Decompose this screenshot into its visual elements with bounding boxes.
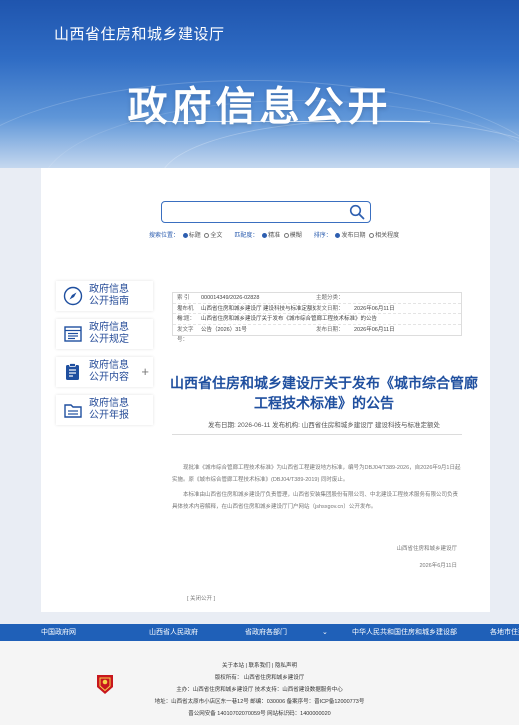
links-bar: 中国政府网 山西省人民政府 省政府各部门 ⌄ 中华人民共和国住房和城乡建设部 各… [0, 624, 519, 641]
match-fuzzy-option[interactable]: 模糊 [290, 233, 302, 239]
clipboard-icon [66, 363, 79, 380]
search-icon[interactable] [349, 204, 365, 220]
meta-key: 发文字号： [177, 326, 194, 344]
sort-date-radio[interactable] [335, 233, 341, 238]
sort-relevance-radio[interactable] [369, 233, 375, 238]
match-filter: 匹配度： 精准 模糊 [234, 230, 302, 239]
link-departments[interactable]: 省政府各部门 [245, 624, 287, 641]
menu-item-rules[interactable]: 政府信息公开规定 [56, 319, 153, 349]
article-date: 2026年6月11日 [419, 563, 457, 569]
meta-value: 000014349/2026-02828 [201, 295, 260, 301]
article-info: 发布日期: 2026-06-11 发布机构: 山西省住房和城乡建设厅 建设科技与… [207, 422, 441, 429]
header-banner: 山西省住房和城乡建设厅 政府信息公开 [0, 0, 519, 168]
meta-key: 标 题： [177, 316, 196, 322]
meta-value [354, 293, 461, 303]
title-underline [130, 121, 430, 122]
expand-icon[interactable]: + [141, 364, 149, 379]
divider [172, 434, 462, 435]
document-list-icon [64, 326, 82, 342]
chevron-down-icon[interactable]: ⌄ [322, 624, 328, 641]
meta-value: 山西省住房和城乡建设厅 建设科技与标准定额处 [201, 305, 316, 312]
meta-row: 发文字号： 公告（2026）31号 发布日期： 2026年06月11日 [173, 325, 461, 344]
search-input[interactable] [161, 201, 371, 223]
meta-row: 发布机构： 山西省住房和城乡建设厅 建设科技与标准定额处 发文日期： 2026年… [173, 304, 461, 323]
sort-filter: 排序： 发布日期 相关程度 [314, 230, 399, 239]
sort-date-option[interactable]: 发布日期 [341, 233, 365, 239]
footer-links[interactable]: 关于本站 | 联系我们 | 隐私声明 [0, 661, 519, 669]
meta-key: 主题分类： [316, 295, 344, 301]
article-title: 山西省住房和城乡建设厅关于发布《城市综合管廊工程技术标准》的公告 [170, 375, 478, 411]
menu-label: 政府信息公开规定 [89, 322, 129, 345]
match-exact-option[interactable]: 精准 [268, 233, 280, 239]
page-title: 政府信息公开 [127, 85, 392, 129]
menu-item-guide[interactable]: 政府信息公开指南 [56, 281, 153, 311]
menu-item-annual-report[interactable]: 政府信息公开年报 [56, 395, 153, 425]
meta-key: 发布机构： [177, 305, 194, 323]
meta-value: 山西省住房和城乡建设厅关于发布《城市综合管廊工程技术标准》的公告 [201, 316, 378, 322]
scope-title-option[interactable]: 标题 [189, 233, 201, 239]
link-mohurd[interactable]: 中华人民共和国住房和城乡建设部 [352, 624, 457, 641]
scope-filter: 搜索位置： 标题 全文 [149, 230, 222, 239]
scope-label: 搜索位置： [149, 233, 180, 239]
compass-icon [63, 286, 83, 306]
scope-title-radio[interactable] [182, 233, 188, 238]
link-shanxi-gov[interactable]: 山西省人民政府 [149, 624, 198, 641]
search-filters: 搜索位置： 标题 全文 匹配度： 精准 模糊 排序： 发布日期 相关程度 [149, 230, 399, 239]
link-gov-cn[interactable]: 中国政府网 [41, 624, 76, 641]
side-menu: 政府信息公开指南 政府信息公开规定 政府信息公开内容 + 政府信息公开年报 [56, 281, 153, 433]
footer-address: 地址：山西省太原市小店区东一巷12号 邮编：030006 备案序号：晋ICP备1… [154, 699, 365, 705]
meta-row: 标 题： 山西省住房和城乡建设厅关于发布《城市综合管廊工程技术标准》的公告 [173, 314, 461, 325]
link-city-housing[interactable]: 各地市住建 [490, 624, 519, 641]
menu-item-content[interactable]: 政府信息公开内容 + [56, 357, 153, 387]
meta-key: 发文日期： [316, 305, 344, 312]
footer-sponsor: 主办：山西省住房和城乡建设厅 技术支持：山西省建设数据服务中心 [176, 687, 343, 693]
meta-value: 2026年06月11日 [354, 305, 395, 312]
article-body: 现批准《城市综合管廊工程技术标准》为山西省工程建设地方标准，编号为DBJ04/T… [172, 462, 462, 516]
folder-icon [64, 404, 82, 418]
footer: 关于本站 | 联系我们 | 隐私声明 版权所有： 山西省住房和城乡建设厅 主办：… [0, 641, 519, 725]
article-signature: 山西省住房和城乡建设厅 [396, 546, 457, 552]
document-meta-table: 索 引 号： 000014349/2026-02828 主题分类： 发布机构： … [172, 292, 462, 344]
match-fuzzy-radio[interactable] [283, 233, 289, 238]
meta-key: 索 引 号： [177, 295, 190, 312]
menu-label: 政府信息公开内容 [89, 360, 129, 383]
meta-value: 2026年06月11日 [354, 326, 395, 333]
meta-value: 公告（2026）31号 [201, 326, 247, 333]
content-card: 搜索位置： 标题 全文 匹配度： 精准 模糊 排序： 发布日期 相关程度 政府信… [41, 168, 490, 612]
article-paragraph: 现批准《城市综合管廊工程技术标准》为山西省工程建设地方标准，编号为DBJ04/T… [172, 465, 461, 483]
sort-label: 排序： [313, 233, 332, 239]
article-paragraph: 本标准由山西省住房和城乡建设厅负责管理，山西省安装集团股份有限公司、中北建设工程… [172, 492, 459, 510]
meta-row: 索 引 号： 000014349/2026-02828 主题分类： [173, 293, 461, 312]
match-label: 匹配度： [234, 233, 259, 239]
meta-key: 发布日期： [316, 326, 344, 333]
scope-fulltext-option[interactable]: 全文 [210, 233, 222, 239]
footer-copyright: 版权所有： 山西省住房和城乡建设厅 [214, 675, 305, 681]
site-title[interactable]: 山西省住房和城乡建设厅 [54, 23, 225, 44]
footer-police-record[interactable]: 晋公网安备 14010702070059号 网站标识码：1400000020 [0, 709, 519, 717]
menu-label: 政府信息公开年报 [89, 398, 129, 421]
menu-label: 政府信息公开指南 [89, 284, 129, 307]
close-button[interactable]: [ 关闭公开 ] [187, 594, 215, 602]
scope-fulltext-radio[interactable] [204, 233, 210, 238]
sort-relevance-option[interactable]: 相关程度 [375, 233, 399, 239]
match-exact-radio[interactable] [262, 233, 268, 238]
